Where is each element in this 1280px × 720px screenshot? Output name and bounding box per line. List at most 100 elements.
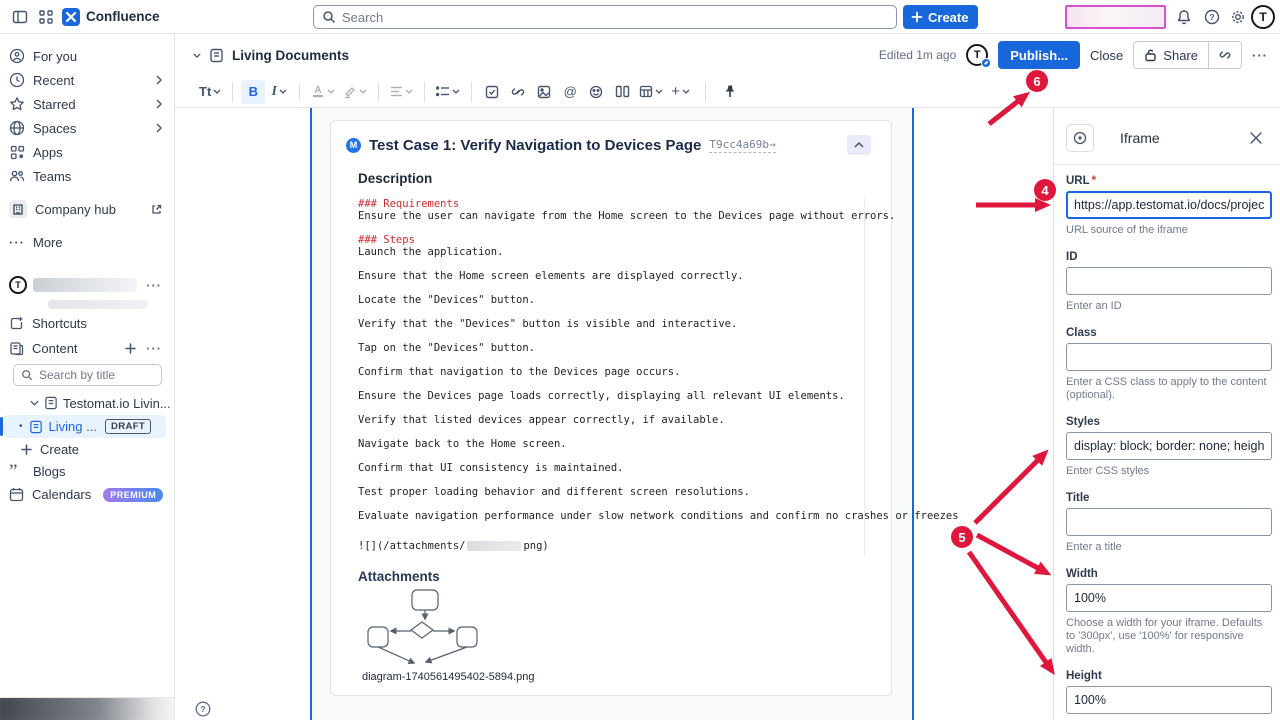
code-line: Test proper loading behavior and differe… xyxy=(358,486,871,498)
app-switcher-icon[interactable] xyxy=(34,5,58,29)
tree-item-parent[interactable]: Testomat.io Livin... xyxy=(0,392,174,414)
close-button[interactable]: Close xyxy=(1090,48,1123,63)
code-line: Launch the application. xyxy=(358,246,871,258)
layout-columns-icon[interactable] xyxy=(610,80,634,104)
insert-image-icon[interactable] xyxy=(532,80,556,104)
text-styles-button[interactable]: Tt xyxy=(196,80,224,104)
sidebar-item-shortcuts[interactable]: Shortcuts xyxy=(0,312,174,334)
space-more-button[interactable]: ··· xyxy=(146,278,162,293)
tree-create-button[interactable]: Create xyxy=(0,438,174,460)
create-button[interactable]: Create xyxy=(903,5,978,29)
share-button[interactable]: Share xyxy=(1134,42,1208,68)
notifications-bell-icon[interactable] xyxy=(1172,5,1196,29)
code-line: Navigate back to the Home screen. xyxy=(358,438,871,450)
test-case-id-link[interactable]: T9cc4a69b→ xyxy=(709,138,775,153)
code-paragraph: Ensure the Devices page loads correctly,… xyxy=(358,390,871,402)
emoji-icon[interactable] xyxy=(584,80,608,104)
field-label: URL xyxy=(1066,175,1090,187)
width-input[interactable] xyxy=(1066,584,1272,612)
highlight-button[interactable] xyxy=(340,80,370,104)
code-paragraph: Verify that listed devices appear correc… xyxy=(358,414,871,426)
tree-item-selected[interactable]: • Living ... DRAFT xyxy=(4,415,166,438)
sidebar-item-calendars[interactable]: Calendars PREMIUM xyxy=(0,483,174,506)
insert-more-button[interactable]: + xyxy=(668,80,693,104)
bold-button[interactable]: B xyxy=(241,80,265,104)
extension-settings-button[interactable] xyxy=(1066,124,1094,152)
redacted-region xyxy=(1065,5,1166,29)
chevron-down-icon[interactable] xyxy=(30,400,39,406)
italic-button[interactable]: I xyxy=(267,80,291,104)
sidebar-item-for-you[interactable]: For you xyxy=(0,44,174,68)
sidebar-item-content[interactable]: Content ··· xyxy=(0,337,174,359)
settings-gear-icon[interactable] xyxy=(1226,5,1250,29)
field-label: Styles xyxy=(1066,416,1272,428)
search-by-title-input[interactable] xyxy=(39,368,149,382)
add-content-icon[interactable] xyxy=(125,343,136,354)
edited-status: Edited 1m ago xyxy=(879,48,956,62)
chevron-right-icon xyxy=(156,75,162,85)
sidebar-item-company-hub[interactable]: Company hub xyxy=(0,197,174,221)
attachment-diagram-image[interactable] xyxy=(364,588,494,668)
redacted-space-name xyxy=(33,278,137,292)
field-id: ID Enter an ID xyxy=(1066,251,1272,313)
more-actions-button[interactable]: ··· xyxy=(1252,48,1268,63)
help-floating-icon[interactable]: ? xyxy=(195,701,211,717)
globe-icon xyxy=(9,120,25,136)
sidebar-item-teams[interactable]: Teams xyxy=(0,164,174,188)
publish-button[interactable]: Publish... xyxy=(998,41,1080,69)
space-profile-row[interactable]: T ··· xyxy=(0,273,174,297)
sidebar-search[interactable] xyxy=(13,364,162,386)
svg-text:?: ? xyxy=(200,704,205,714)
chevron-down-icon[interactable] xyxy=(193,53,201,58)
description-code-block[interactable]: ### RequirementsEnsure the user can navi… xyxy=(358,198,871,552)
sidebar-item-blogs[interactable]: ” Blogs xyxy=(0,460,174,483)
class-input[interactable] xyxy=(1066,343,1272,371)
help-icon[interactable]: ? xyxy=(1200,5,1224,29)
mention-button[interactable]: @ xyxy=(558,80,582,104)
styles-input[interactable] xyxy=(1066,432,1272,460)
sidebar-item-label: Recent xyxy=(33,73,74,88)
close-panel-icon[interactable] xyxy=(1246,128,1266,148)
field-label: Title xyxy=(1066,492,1272,504)
table-button[interactable] xyxy=(636,80,666,104)
id-input[interactable] xyxy=(1066,267,1272,295)
breadcrumb-page-title[interactable]: Living Documents xyxy=(232,48,349,63)
list-button[interactable] xyxy=(433,80,463,104)
copy-link-icon[interactable] xyxy=(1209,42,1241,68)
sidebar-item-apps[interactable]: Apps xyxy=(0,140,174,164)
height-input[interactable] xyxy=(1066,686,1272,714)
editor-avatar[interactable]: T xyxy=(966,44,988,66)
more-icon: ··· xyxy=(9,234,25,250)
apps-grid-icon xyxy=(9,144,25,160)
sidebar-item-spaces[interactable]: Spaces xyxy=(0,116,174,140)
sidebar-item-starred[interactable]: Starred xyxy=(0,92,174,116)
search-input[interactable] xyxy=(342,10,888,25)
editing-badge-icon xyxy=(981,58,991,68)
code-scrollbar[interactable] xyxy=(864,198,865,556)
code-paragraph: Navigate back to the Home screen. xyxy=(358,438,871,450)
sidebar-item-more[interactable]: ··· More xyxy=(0,230,174,254)
collapse-card-button[interactable] xyxy=(847,135,871,155)
editor-content-area: M Test Case 1: Verify Navigation to Devi… xyxy=(175,108,1280,720)
code-line: Locate the "Devices" button. xyxy=(358,294,871,306)
attachment-markdown-line: ![](/attachments/ png) xyxy=(358,540,871,552)
global-search[interactable] xyxy=(313,5,897,29)
task-checkbox-icon[interactable] xyxy=(480,80,504,104)
person-icon xyxy=(9,48,25,64)
field-helper: URL source of the iframe xyxy=(1066,224,1272,237)
user-avatar[interactable]: T xyxy=(1251,5,1275,29)
insert-link-icon[interactable] xyxy=(506,80,530,104)
pin-toolbar-icon[interactable] xyxy=(718,80,742,104)
content-pages-icon xyxy=(9,341,24,356)
sidebar-item-recent[interactable]: Recent xyxy=(0,68,174,92)
sidebar-item-label: Blogs xyxy=(33,464,66,479)
align-button[interactable] xyxy=(387,80,416,104)
code-paragraph: ### RequirementsEnsure the user can navi… xyxy=(358,198,871,222)
content-more-button[interactable]: ··· xyxy=(146,341,162,356)
collapse-sidebar-icon[interactable] xyxy=(8,5,32,29)
field-url: URL* URL source of the iframe xyxy=(1066,175,1272,237)
url-input[interactable] xyxy=(1066,191,1272,219)
title-input[interactable] xyxy=(1066,508,1272,536)
confluence-logo-icon[interactable] xyxy=(62,8,80,26)
text-color-button[interactable]: A xyxy=(308,80,338,104)
